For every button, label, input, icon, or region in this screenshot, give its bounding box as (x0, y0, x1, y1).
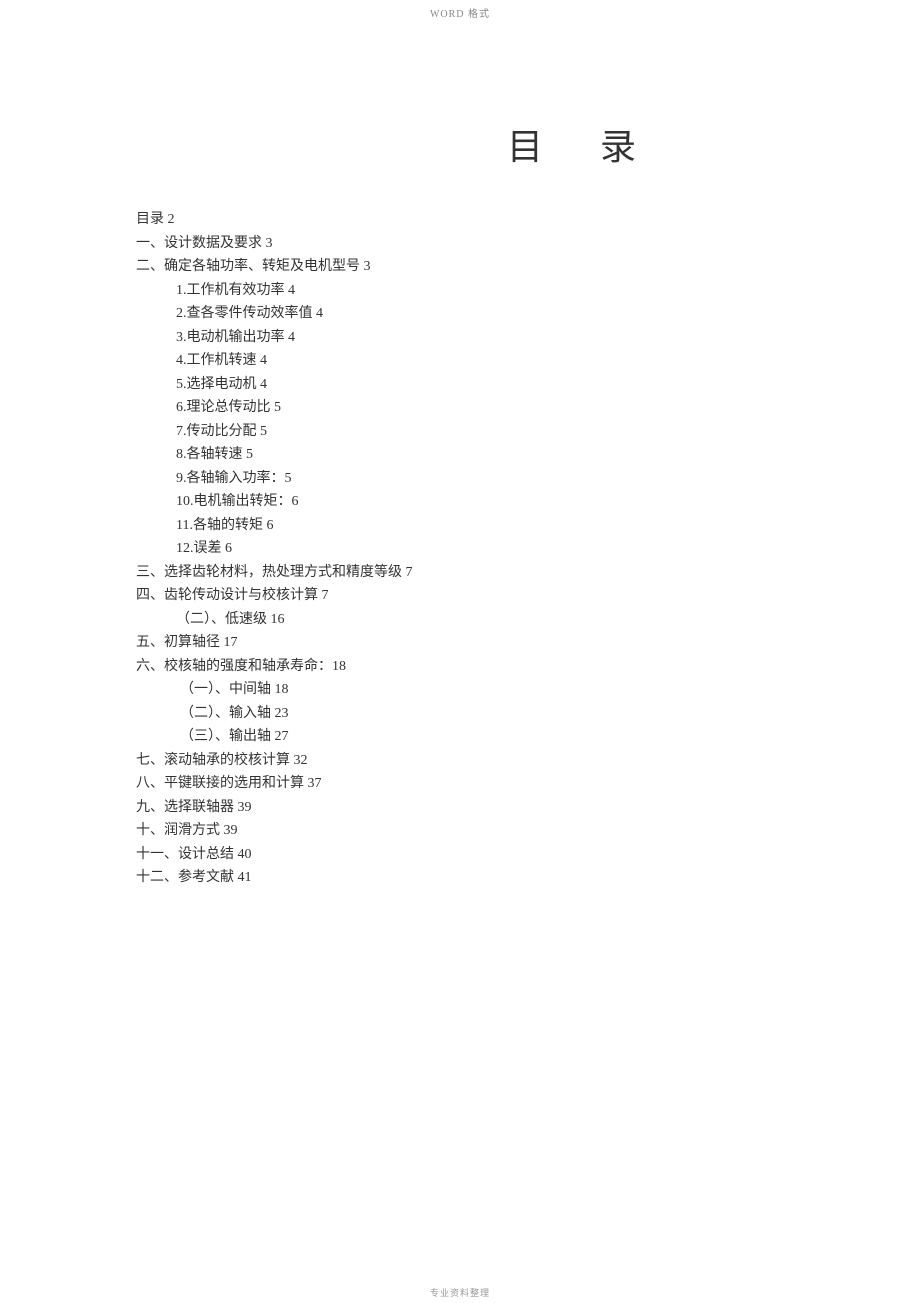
toc-entry: 十一、设计总结 40 (136, 843, 776, 867)
toc-entry: 三、选择齿轮材料，热处理方式和精度等级 7 (136, 561, 776, 585)
toc-entry: 3.电动机输出功率 4 (136, 326, 776, 350)
table-of-contents: 目录 2 一、设计数据及要求 3 二、确定各轴功率、转矩及电机型号 3 1.工作… (136, 208, 776, 890)
toc-entry: 6.理论总传动比 5 (136, 396, 776, 420)
toc-entry: （二）、低速级 16 (136, 608, 776, 632)
toc-entry: 八、平键联接的选用和计算 37 (136, 772, 776, 796)
toc-entry: 目录 2 (136, 208, 776, 232)
page-title: 目 录 (507, 118, 660, 170)
toc-entry: 5.选择电动机 4 (136, 373, 776, 397)
toc-entry: 一、设计数据及要求 3 (136, 232, 776, 256)
toc-entry: 10.电机输出转矩：6 (136, 490, 776, 514)
toc-entry: 二、确定各轴功率、转矩及电机型号 3 (136, 255, 776, 279)
toc-entry: 七、滚动轴承的校核计算 32 (136, 749, 776, 773)
toc-entry: 十二、参考文献 41 (136, 866, 776, 890)
toc-entry: 9.各轴输入功率：5 (136, 467, 776, 491)
toc-entry: （三）、输出轴 27 (136, 725, 776, 749)
toc-entry: 8.各轴转速 5 (136, 443, 776, 467)
toc-entry: 1.工作机有效功率 4 (136, 279, 776, 303)
toc-entry: （一）、中间轴 18 (136, 678, 776, 702)
toc-entry: 五、初算轴径 17 (136, 631, 776, 655)
toc-entry: 12.误差 6 (136, 537, 776, 561)
toc-entry: 四、齿轮传动设计与校核计算 7 (136, 584, 776, 608)
footer-label: 专业资料整理 (0, 1286, 920, 1299)
toc-entry: 2.查各零件传动效率值 4 (136, 302, 776, 326)
toc-entry: 11.各轴的转矩 6 (136, 514, 776, 538)
toc-entry: 九、选择联轴器 39 (136, 796, 776, 820)
toc-entry: （二）、输入轴 23 (136, 702, 776, 726)
toc-entry: 十、润滑方式 39 (136, 819, 776, 843)
header-format-label: WORD 格式 (0, 5, 920, 20)
toc-entry: 7.传动比分配 5 (136, 420, 776, 444)
toc-entry: 4.工作机转速 4 (136, 349, 776, 373)
toc-entry: 六、校核轴的强度和轴承寿命：18 (136, 655, 776, 679)
